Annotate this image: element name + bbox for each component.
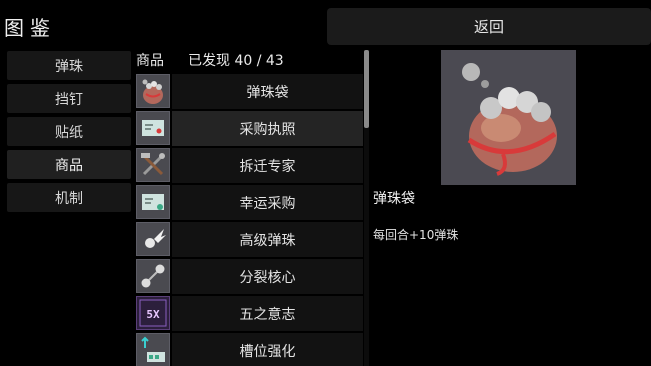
tab-stickers[interactable]: 贴纸 (7, 117, 131, 146)
list-item[interactable]: 槽位强化 (136, 333, 363, 366)
tab-mechanics[interactable]: 机制 (7, 183, 131, 212)
scroll-thumb[interactable] (364, 50, 369, 128)
tab-pegs[interactable]: 挡钉 (7, 84, 131, 113)
item-label: 五之意志 (239, 306, 296, 323)
lucky-card-icon (136, 185, 170, 219)
item-label: 槽位强化 (239, 343, 296, 360)
item-label: 幸运采购 (239, 195, 296, 212)
list-item[interactable]: 采购执照 (136, 111, 363, 146)
item-label: 分裂核心 (239, 269, 296, 286)
svg-text:5X: 5X (146, 308, 160, 321)
item-description: 每回合+10弹珠 (373, 228, 459, 242)
discovered-count: 已发现 40 / 43 (188, 53, 284, 69)
back-button[interactable]: 返回 (327, 8, 651, 45)
list-item[interactable]: 高级弹珠 (136, 222, 363, 257)
split-core-icon (136, 259, 170, 293)
list-header: 商品 已发现 40 / 43 (136, 50, 284, 70)
tab-goods[interactable]: 商品 (7, 150, 131, 179)
item-list: 弹珠袋 采购执照 拆迁专家 幸运采购 高级弹珠 分裂核心 5X 五之意志 槽位强… (136, 74, 363, 366)
list-item[interactable]: 5X 五之意志 (136, 296, 363, 331)
item-name: 弹珠袋 (373, 191, 415, 207)
list-category-label: 商品 (136, 53, 164, 69)
item-label: 高级弹珠 (239, 232, 296, 249)
marble-bag-icon (136, 74, 170, 108)
list-item[interactable]: 分裂核心 (136, 259, 363, 294)
hammer-wrench-icon (136, 148, 170, 182)
marble-bag-icon (462, 63, 557, 176)
item-label: 拆迁专家 (239, 158, 296, 175)
license-card-icon (136, 111, 170, 145)
item-preview (441, 50, 576, 185)
slot-upgrade-icon (136, 333, 170, 366)
list-scrollbar[interactable] (364, 50, 369, 366)
tab-marbles[interactable]: 弹珠 (7, 51, 131, 80)
item-label: 弹珠袋 (246, 84, 289, 101)
category-tabs: 弹珠 挡钉 贴纸 商品 机制 (7, 51, 131, 216)
item-label: 采购执照 (239, 121, 296, 138)
winged-marble-icon (136, 222, 170, 256)
page-title: 图鉴 (4, 16, 56, 40)
list-item[interactable]: 幸运采购 (136, 185, 363, 220)
five-will-icon: 5X (136, 296, 170, 330)
list-item[interactable]: 拆迁专家 (136, 148, 363, 183)
list-item[interactable]: 弹珠袋 (136, 74, 363, 109)
